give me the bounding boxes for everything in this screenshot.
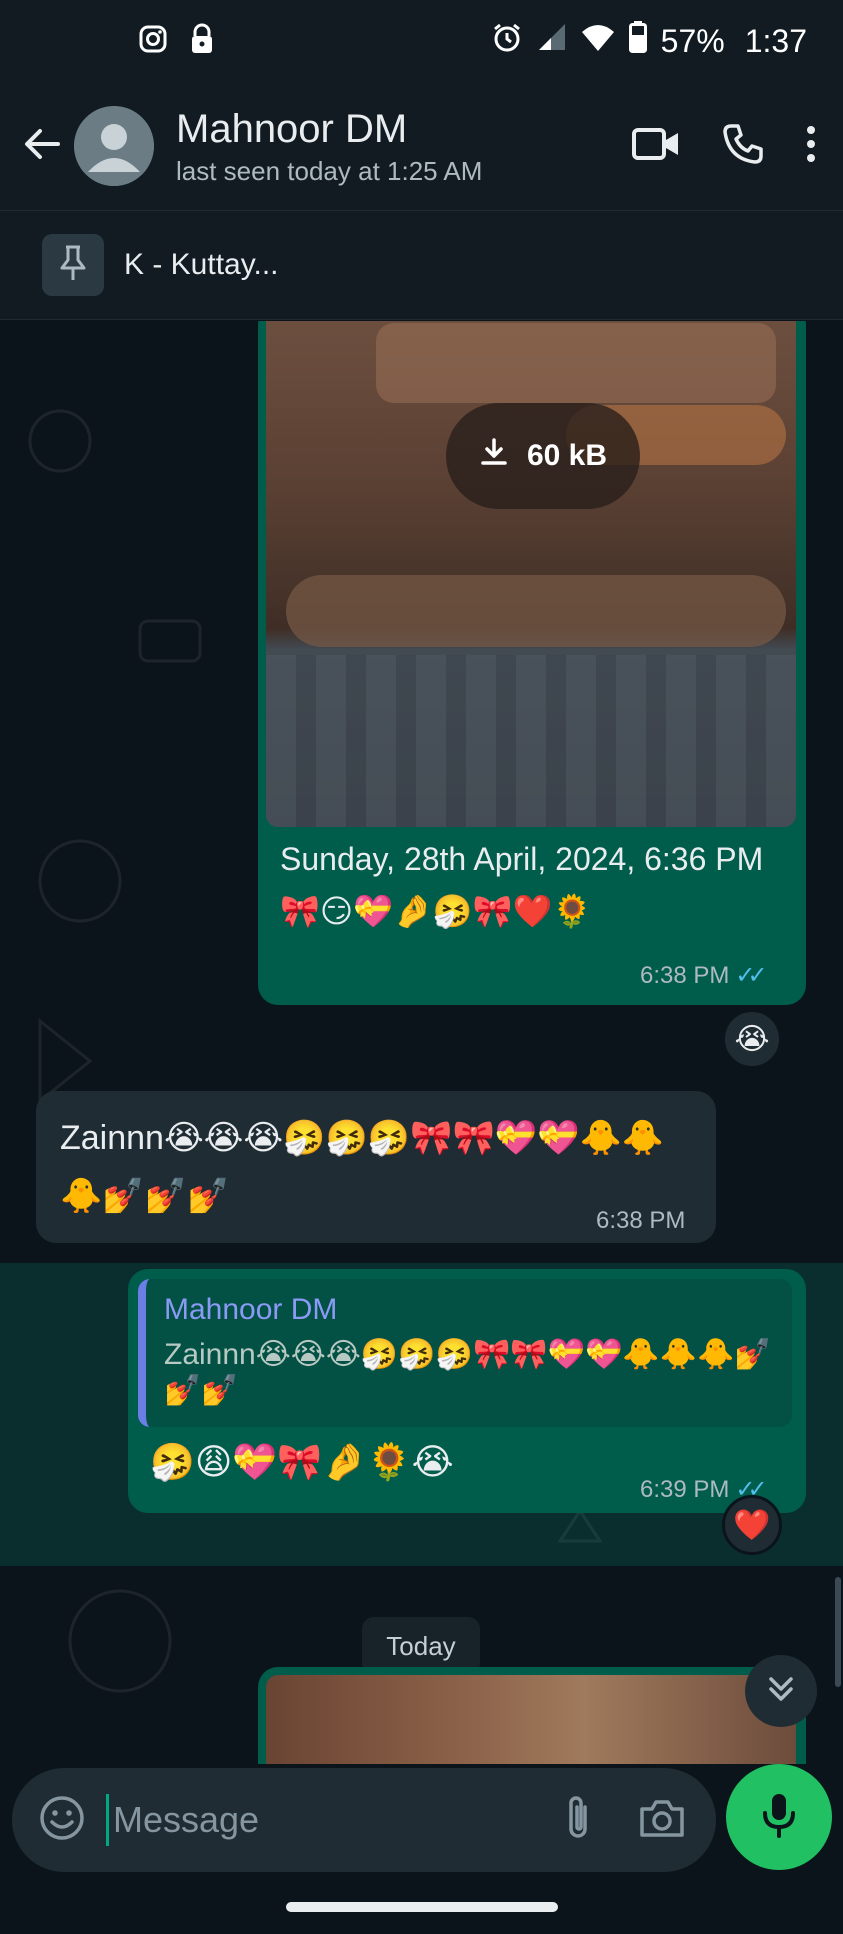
image-attachment[interactable]	[266, 1675, 796, 1764]
camera-icon	[638, 1797, 686, 1844]
last-seen-status: last seen today at 1:25 AM	[176, 155, 483, 186]
message-time: 6:39 PM	[640, 1476, 730, 1503]
chat-header: Mahnoor DM last seen today at 1:25 AM	[0, 82, 843, 210]
instagram-icon	[138, 24, 168, 59]
lock-icon	[190, 23, 214, 60]
contact-name: Mahnoor DM	[176, 106, 408, 151]
download-button[interactable]: 60 kB	[446, 403, 640, 509]
chat-area[interactable]: 60 kB Sunday, 28th April, 2024, 6:36 PM …	[0, 321, 843, 1764]
status-bar: 57% 1:37	[0, 0, 843, 82]
emoji-icon	[39, 1795, 85, 1846]
message-bubble-outgoing[interactable]: 60 kB Sunday, 28th April, 2024, 6:36 PM …	[258, 321, 806, 1005]
message-timestamp: 6:38 PM	[596, 1207, 686, 1234]
attach-button[interactable]	[550, 1792, 606, 1848]
message-text: 🤧😩💝🎀🤌🌻😭	[150, 1441, 454, 1482]
download-size: 60 kB	[526, 439, 608, 472]
paperclip-icon	[561, 1793, 595, 1848]
battery-percent: 57%	[660, 22, 725, 59]
image-blur-region	[376, 323, 776, 403]
read-ticks-icon: ✓✓	[735, 962, 767, 989]
mic-icon	[761, 1791, 797, 1844]
message-bubble-outgoing[interactable]	[258, 1667, 806, 1764]
quote-text: Zainnn😭😭😭🤧🤧🤧🎀🎀💝💝🐥🐥🐥💅💅💅	[164, 1338, 772, 1407]
message-reaction[interactable]: ❤️	[722, 1495, 782, 1555]
image-attachment[interactable]: 60 kB	[266, 321, 796, 827]
avatar[interactable]	[74, 106, 154, 186]
alarm-icon	[491, 21, 523, 61]
emoji-button[interactable]	[34, 1792, 90, 1848]
pin-badge	[42, 234, 104, 296]
contact-info[interactable]: Mahnoor DM last seen today at 1:25 AM	[176, 106, 482, 187]
pinned-message-bar[interactable]: K - Kuttay...	[0, 210, 843, 320]
message-input[interactable]	[113, 1799, 513, 1841]
clock: 1:37	[744, 22, 807, 59]
back-button[interactable]	[12, 116, 72, 176]
video-call-icon[interactable]	[631, 124, 681, 169]
message-reaction[interactable]: 😭	[722, 1009, 782, 1069]
message-bubble-outgoing[interactable]: Mahnoor DM Zainnn😭😭😭🤧🤧🤧🎀🎀💝💝🐥🐥🐥💅💅💅 🤧😩💝🎀🤌🌻…	[128, 1269, 806, 1513]
message-text: Zainnn😭😭😭🤧🤧🤧🎀🎀💝💝🐥🐥🐥💅💅💅	[60, 1119, 665, 1215]
battery-icon	[628, 21, 647, 61]
pin-icon	[58, 244, 88, 287]
avatar-icon	[74, 106, 154, 186]
scrollbar[interactable]	[835, 1577, 841, 1687]
pinned-text: K - Kuttay...	[124, 248, 279, 281]
message-bubble-incoming[interactable]: Zainnn😭😭😭🤧🤧🤧🎀🎀💝💝🐥🐥🐥💅💅💅 6:38 PM	[36, 1091, 716, 1243]
text-caret	[106, 1794, 109, 1846]
home-indicator[interactable]	[286, 1902, 558, 1912]
message-input-container[interactable]	[12, 1768, 716, 1872]
double-chevron-down-icon	[763, 1671, 799, 1712]
message-timestamp: 6:38 PM ✓✓	[640, 961, 768, 990]
quote-author: Mahnoor DM	[164, 1293, 338, 1326]
image-blur-region	[286, 575, 786, 647]
back-arrow-icon	[22, 124, 62, 169]
signal-icon	[537, 22, 567, 60]
wifi-icon	[581, 23, 615, 60]
image-blur-region	[266, 655, 796, 827]
scroll-to-bottom-button[interactable]	[745, 1655, 817, 1727]
phone-icon[interactable]	[721, 122, 765, 171]
message-caption: Sunday, 28th April, 2024, 6:36 PM 🎀😏💝🤌🤧🎀…	[280, 841, 764, 929]
voice-message-button[interactable]	[726, 1764, 832, 1870]
composer-bar	[0, 1764, 843, 1934]
camera-button[interactable]	[634, 1792, 690, 1848]
message-time: 6:38 PM	[640, 962, 730, 989]
quoted-message[interactable]: Mahnoor DM Zainnn😭😭😭🤧🤧🤧🎀🎀💝💝🐥🐥🐥💅💅💅	[138, 1279, 792, 1427]
download-icon	[479, 437, 509, 475]
more-vert-icon[interactable]	[805, 124, 817, 169]
